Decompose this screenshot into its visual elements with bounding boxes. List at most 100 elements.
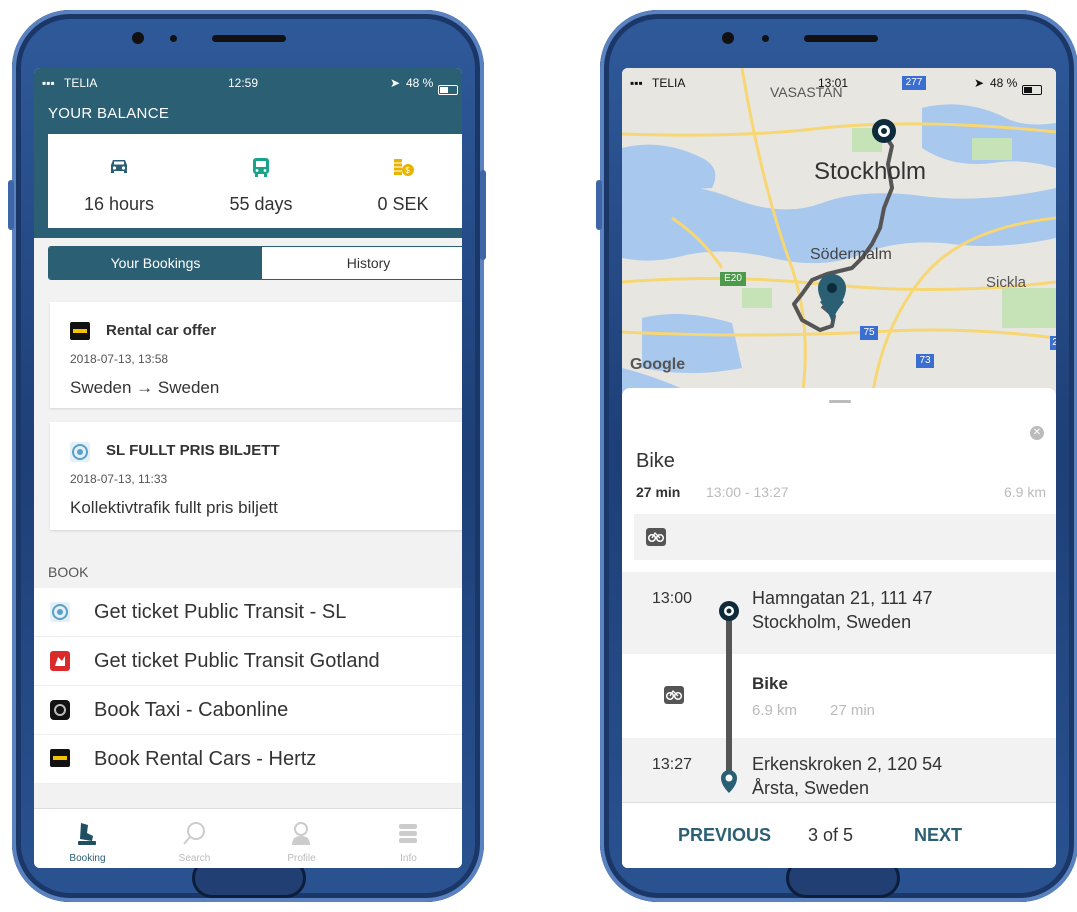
book-item-label: Get ticket Public Transit Gotland [94,650,380,672]
sheet-grab-handle[interactable] [829,400,851,403]
road-shield-e20: E20 [724,273,742,284]
front-camera [132,32,144,44]
cabonline-logo-icon [50,700,70,720]
pagination-bar: PREVIOUS 3 of 5 NEXT [622,802,1056,868]
booking-detail: Kollektivtrafik fullt pris biljett [70,498,278,517]
carrier-name: TELIA [652,76,686,90]
search-icon [179,819,209,849]
status-time: 12:59 [228,76,259,90]
route-start-pin [872,119,896,143]
bookings-segmented-control: Your Bookings History [48,246,462,280]
booking-date: 2018-07-13, 13:58 [70,352,169,366]
step-time: 13:00 [652,590,693,607]
previous-button[interactable]: PREVIOUS [678,825,771,846]
book-item-gotland[interactable]: Get ticket Public Transit Gotland [34,637,462,686]
signal-icon: ▪▪▪ [630,76,643,90]
mode-bar [634,514,1056,560]
status-bar: ▪▪▪ TELIA 12:59 ➤ 48 % [34,68,462,96]
step-address: Erkenskroken 2, 120 54 Årsta, Sweden [752,752,942,800]
left-screen: ▪▪▪ TELIA 12:59 ➤ 48 % YOUR BALANCE 16 h… [34,68,462,868]
bottom-tab-bar: Booking Search Profile Info [34,808,462,868]
google-logo: Google [630,356,686,373]
booking-detail: Sweden → Sweden [70,378,220,397]
sensor [170,35,177,42]
left-phone: ▪▪▪ TELIA 12:59 ➤ 48 % YOUR BALANCE 16 h… [8,10,486,902]
location-arrow-icon: ➤ [390,76,401,90]
booking-icon [72,819,102,849]
leg-details-sheet: ✕ Bike 27 min 13:00 - 13:27 6.9 km 13:00… [622,388,1056,868]
earpiece-speaker [804,35,878,42]
earpiece-speaker [212,35,286,42]
tab-label: Search [178,853,211,864]
close-icon[interactable]: ✕ [1030,426,1044,440]
info-icon [393,819,423,849]
tab-search[interactable]: Search [141,809,248,868]
book-item-cabonline[interactable]: Book Taxi - Cabonline [34,686,462,735]
profile-icon [286,819,316,849]
route-map[interactable]: VASASTAN Stockholm Södermalm Sickla Goog… [622,68,1056,398]
tab-label: Info [400,853,417,864]
step-mode: Bike [752,674,788,693]
leg-duration: 27 min [636,484,681,500]
book-item-label: Book Taxi - Cabonline [94,699,289,721]
gotland-logo-icon [50,651,70,671]
step-address-line: Erkenskroken 2, 120 54 [752,754,943,774]
balance-value: 16 hours [83,194,155,214]
map-label-sodermalm: Södermalm [810,246,892,263]
svg-text:$: $ [405,166,410,175]
map-label-sickla: Sickla [986,274,1027,291]
tab-history[interactable]: History [262,247,462,279]
bus-icon [190,156,332,180]
tab-profile[interactable]: Profile [248,809,355,868]
step-address-line: Stockholm, Sweden [752,612,912,632]
tab-booking[interactable]: Booking [34,809,141,868]
tab-info[interactable]: Info [355,809,462,868]
hertz-logo-icon [70,322,90,340]
booking-title: SL FULLT PRIS BILJETT [106,442,280,459]
balance-value: 55 days [229,194,293,214]
leg-distance: 6.9 km [1003,484,1046,500]
step-start[interactable]: 13:00 Hamngatan 21, 111 47 Stockholm, Sw… [622,572,1056,654]
step-end[interactable]: 13:27 Erkenskroken 2, 120 54 Årsta, Swed… [622,738,1056,802]
status-time: 13:01 [818,76,849,90]
book-section-label: BOOK [48,564,89,580]
booking-date: 2018-07-13, 11:33 [70,472,168,486]
balance-title: YOUR BALANCE [48,105,170,122]
balance-sek: $ 0 SEK [332,134,462,228]
battery-percent: 48 % [406,76,434,90]
leg-mode-title: Bike [636,450,675,472]
tab-your-bookings[interactable]: Your Bookings [49,247,262,279]
balance-value: 0 SEK [377,194,429,214]
sl-logo-icon [70,442,90,462]
next-button[interactable]: NEXT [914,825,962,846]
booking-card-rental[interactable]: Rental car offer 2018-07-13, 13:58 Swede… [50,302,462,408]
step-time: 13:27 [652,756,693,773]
volume-button [8,180,14,230]
balance-days: 55 days [190,134,332,228]
leg-times: 13:00 - 13:27 [706,484,789,500]
timeline-end-pin [719,768,739,799]
status-bar: ▪▪▪ TELIA 13:01 ➤ 48 % [622,68,1056,96]
step-address: Hamngatan 21, 111 47 Stockholm, Sweden [752,586,932,634]
right-phone: VASASTAN Stockholm Södermalm Sickla Goog… [596,10,1077,902]
tab-label: Booking [69,853,106,864]
step-address-line: Hamngatan 21, 111 47 [752,588,933,608]
step-ride[interactable]: Bike 6.9 km 27 min [622,654,1056,738]
book-item-hertz[interactable]: Book Rental Cars - Hertz [34,735,462,784]
booking-card-sl[interactable]: SL FULLT PRIS BILJETT 2018-07-13, 11:33 … [50,422,462,530]
step-duration: 27 min [830,702,876,719]
front-camera [722,32,734,44]
power-button [480,170,486,260]
timeline-start-pin [718,600,740,627]
tab-label: Profile [287,853,316,864]
signal-icon: ▪▪▪ [42,76,55,90]
road-shield-73: 73 [919,355,931,366]
page-indicator: 3 of 5 [808,825,854,845]
sl-logo-icon [50,602,70,622]
map-label-stockholm: Stockholm [814,158,927,185]
balance-hours: 16 hours [48,134,190,228]
carrier-name: TELIA [64,76,98,90]
booking-title: Rental car offer [106,322,217,339]
book-item-sl[interactable]: Get ticket Public Transit - SL [34,588,462,637]
hertz-logo-icon [50,749,70,769]
